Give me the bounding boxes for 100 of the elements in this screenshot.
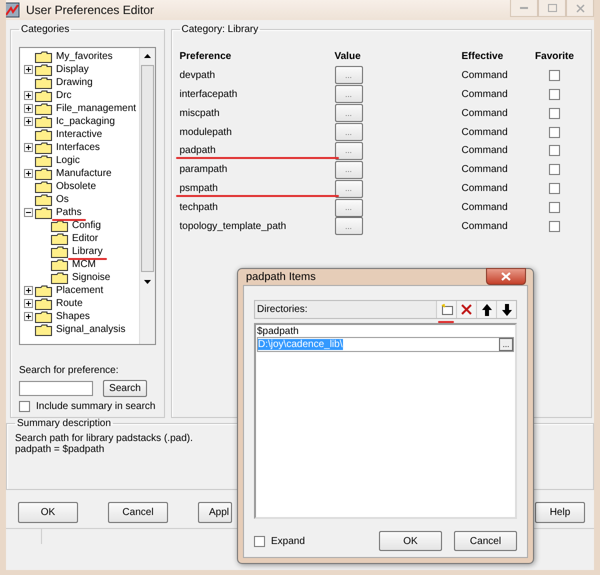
tree-item[interactable]: My_favorites xyxy=(56,51,113,62)
tree-item[interactable]: Display xyxy=(56,64,89,75)
help-button[interactable]: Help xyxy=(535,502,585,523)
directories-label: Directories: xyxy=(257,304,308,315)
folder-icon xyxy=(51,258,68,270)
tree-item[interactable]: Shapes xyxy=(56,311,90,322)
group-title: Summary description xyxy=(16,418,112,429)
folder-icon xyxy=(35,180,52,192)
favorite-checkbox[interactable] xyxy=(549,108,560,119)
favorite-checkbox[interactable] xyxy=(549,202,560,214)
tree-item[interactable]: Obsolete xyxy=(56,181,96,192)
tree-item[interactable]: Library xyxy=(72,246,103,257)
folder-icon xyxy=(35,298,52,310)
favorite-checkbox[interactable] xyxy=(549,70,560,81)
ok-button[interactable]: OK xyxy=(379,531,442,551)
column-header: Value xyxy=(334,50,362,62)
preference-name: psmpath xyxy=(180,183,218,194)
preference-name: devpath xyxy=(180,70,216,81)
effective-value: Command xyxy=(462,126,509,138)
value-button[interactable]: ... xyxy=(334,85,362,104)
folder-icon xyxy=(35,310,52,322)
tree-item[interactable]: Drawing xyxy=(56,77,93,88)
expander-box[interactable] xyxy=(24,117,33,126)
directory-edit-field[interactable]: D:\joy\cadence_lib\ ... xyxy=(257,337,514,352)
effective-value: Command xyxy=(462,183,509,194)
effective-value: Command xyxy=(462,70,509,81)
folder-icon xyxy=(51,232,68,244)
checkbox[interactable] xyxy=(254,536,265,546)
new-item-button[interactable] xyxy=(436,301,456,318)
tree-item[interactable]: MCM xyxy=(72,259,96,270)
search-field[interactable] xyxy=(19,381,93,396)
tree-item[interactable]: Interactive xyxy=(56,129,102,140)
preference-name: techpath xyxy=(180,202,218,214)
delete-button[interactable] xyxy=(456,301,476,318)
tree-item[interactable]: Os xyxy=(56,194,69,205)
effective-value: Command xyxy=(462,145,509,156)
tree-item[interactable]: Interfaces xyxy=(56,142,100,153)
app-icon xyxy=(6,2,20,18)
favorite-checkbox[interactable] xyxy=(549,145,560,156)
apply-button[interactable]: Appl xyxy=(198,502,232,523)
expander-box[interactable] xyxy=(24,208,33,217)
effective-value: Command xyxy=(462,108,509,119)
tree-item[interactable]: Signoise xyxy=(72,272,110,283)
tree-item[interactable]: Logic xyxy=(56,155,80,166)
value-button[interactable]: ... xyxy=(334,123,362,141)
ok-button[interactable]: OK xyxy=(18,502,78,523)
value-button[interactable]: ... xyxy=(334,217,362,236)
expander-box[interactable] xyxy=(24,65,33,74)
cancel-button[interactable]: Cancel xyxy=(454,531,517,551)
effective-value: Command xyxy=(462,164,509,176)
effective-value: Command xyxy=(462,202,509,214)
value-button[interactable]: ... xyxy=(334,104,362,122)
folder-icon xyxy=(35,324,52,336)
expander-box[interactable] xyxy=(24,169,33,178)
tree-item[interactable]: Ic_packaging xyxy=(56,116,115,127)
expander-box[interactable] xyxy=(24,299,33,308)
scrollbar[interactable] xyxy=(138,48,154,344)
preference-name: modulepath xyxy=(180,126,232,138)
minimize-icon xyxy=(520,6,528,10)
value-button[interactable]: ... xyxy=(334,160,362,179)
expander-box[interactable] xyxy=(24,104,33,113)
directory-item[interactable]: $padpath xyxy=(257,326,299,337)
tree-item[interactable]: File_management xyxy=(56,103,136,114)
tree-item[interactable]: Config xyxy=(72,220,101,231)
favorite-checkbox[interactable] xyxy=(549,88,560,100)
group-title: Category: xyxy=(182,24,225,35)
value-button[interactable]: ... xyxy=(334,142,362,160)
tree-item[interactable]: Signal_analysis xyxy=(56,324,126,335)
value-button[interactable]: ... xyxy=(334,180,362,198)
checkbox[interactable] xyxy=(19,401,30,412)
value-button[interactable]: ... xyxy=(334,198,362,217)
tree-item[interactable]: Placement xyxy=(56,285,104,296)
tree-item[interactable]: Route xyxy=(56,298,83,309)
tree-item[interactable]: Drc xyxy=(56,90,72,101)
search-label: Search for preference: xyxy=(19,365,120,376)
favorite-checkbox[interactable] xyxy=(549,183,560,194)
favorite-checkbox[interactable] xyxy=(549,220,560,232)
move-down-button[interactable] xyxy=(496,301,516,318)
folder-icon xyxy=(35,194,52,206)
expander-box[interactable] xyxy=(24,286,33,295)
tree-item[interactable]: Paths xyxy=(56,207,82,218)
cancel-button[interactable]: Cancel xyxy=(108,502,168,523)
summary-text: Search path for library padstacks (.pad). xyxy=(15,433,194,444)
tree-item[interactable]: Manufacture xyxy=(56,168,112,179)
column-header: Favorite xyxy=(534,50,575,62)
tree-item[interactable]: Editor xyxy=(72,233,98,244)
browse-button[interactable]: ... xyxy=(499,338,513,351)
expander-box[interactable] xyxy=(24,91,33,100)
favorite-checkbox[interactable] xyxy=(549,126,560,138)
summary-text: padpath = $padpath xyxy=(15,444,106,455)
close-button[interactable] xyxy=(486,268,526,285)
search-button[interactable]: Search xyxy=(103,380,147,397)
move-up-button[interactable] xyxy=(476,301,496,318)
category-name: Library xyxy=(228,24,258,35)
folder-icon xyxy=(35,128,52,140)
expander-box[interactable] xyxy=(24,312,33,321)
expander-box[interactable] xyxy=(24,143,33,152)
close-icon xyxy=(501,272,511,281)
favorite-checkbox[interactable] xyxy=(549,164,560,176)
value-button[interactable]: ... xyxy=(334,66,362,84)
